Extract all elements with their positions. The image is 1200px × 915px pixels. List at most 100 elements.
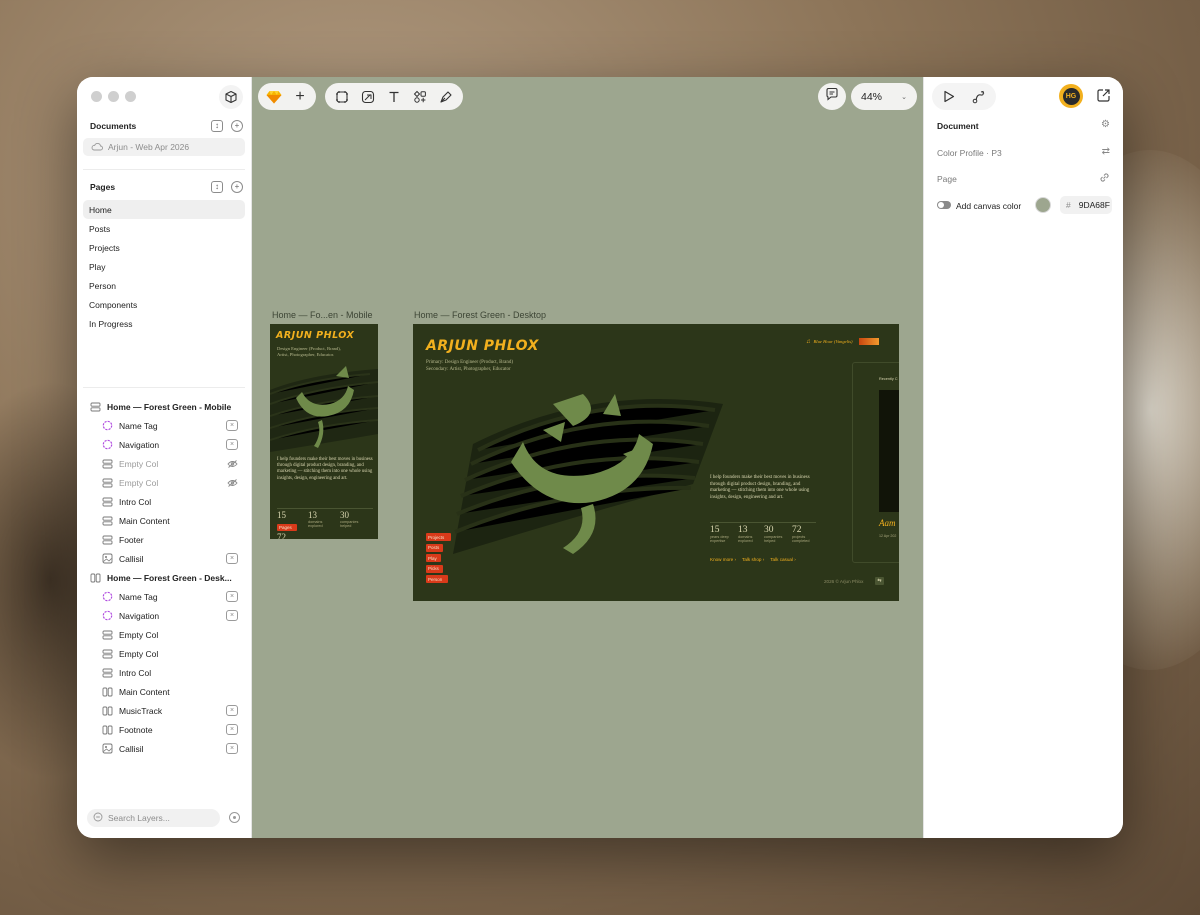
variable-icon[interactable]: × [226,591,238,602]
layer-label: Main Content [119,686,170,697]
desktop-frame-label[interactable]: Home — Forest Green - Desktop [414,310,546,320]
hash-symbol: # [1066,200,1071,210]
comments-button[interactable] [818,83,846,110]
layer-item[interactable]: Callisil × [77,739,252,758]
canvas[interactable]: + 44% ⌄ Home — Fo...en - Mobile ARJUN PH… [252,77,923,838]
cube-icon[interactable] [219,85,243,109]
layer-item[interactable]: MusicTrack × [77,701,252,720]
pen-tool-icon[interactable] [435,87,457,107]
nav-picks[interactable]: Picks [426,564,443,573]
page-item-projects[interactable]: Projects [83,238,245,257]
layer-label: Empty Col [119,458,159,469]
layer-item[interactable]: Empty Col [77,454,252,473]
layer-item[interactable]: Main Content [77,511,252,530]
mobile-nav-button[interactable]: Pages [277,524,297,531]
layer-label: Navigation [119,610,160,621]
layer-item[interactable]: Main Content [77,682,252,701]
text-tool-icon[interactable] [383,87,405,107]
search-layers-input[interactable] [108,813,208,823]
divider [710,522,816,523]
desktop-nav: Projects Posts Play Picks Person [426,533,451,583]
talk-shop-link[interactable]: Talk shop › [742,557,764,562]
layer-item[interactable]: Empty Col [77,625,252,644]
avatar-initials: HG [1062,87,1080,105]
cloud-icon [91,142,103,153]
frame-tool-icon[interactable] [331,87,353,107]
layer-item[interactable]: Callisil × [77,549,252,568]
insert-toolbar: + [258,83,316,110]
swap-arrows-icon[interactable]: ⇄ [1102,146,1110,157]
share-icon[interactable] [1096,88,1111,108]
hidden-icon[interactable] [226,458,238,469]
mobile-frame[interactable]: ARJUN PHLOX Design Engineer (Product, Br… [270,324,378,539]
variable-icon[interactable]: × [226,705,238,716]
nav-person[interactable]: Person [426,575,448,583]
talk-casual-link[interactable]: Talk casual › [770,557,796,562]
know-more-link[interactable]: Know more › [710,557,736,562]
music-track[interactable]: ♫ Blue Hour (Vangelis) [806,338,879,345]
shape-tool-icon[interactable] [357,87,379,107]
plus-icon[interactable]: + [289,87,311,107]
layer-label: Callisil [119,553,144,564]
layer-item[interactable]: Navigation × [77,435,252,454]
canvas-color-swatch[interactable] [1035,197,1051,213]
layer-item[interactable]: Navigation × [77,606,252,625]
minimize-window-button[interactable] [108,91,119,102]
variable-icon[interactable]: × [226,724,238,735]
search-layers-field[interactable] [87,809,220,827]
page-item-components[interactable]: Components [83,295,245,314]
page-item-play[interactable]: Play [83,257,245,276]
prototype-link-icon[interactable] [968,87,990,107]
nav-play[interactable]: Play [426,554,441,562]
layer-item[interactable]: Name Tag × [77,587,252,606]
hidden-icon[interactable] [226,477,238,488]
link-icon[interactable] [1099,172,1110,186]
desktop-frame[interactable]: ARJUN PHLOX Primary: Design Engineer (Pr… [413,324,899,601]
recent-card[interactable]: Recently C Aam 12 Apr 202 [852,362,899,563]
layer-item[interactable]: Intro Col [77,492,252,511]
canvas-color-toggle[interactable] [937,201,951,209]
card-heading: Recently C [879,377,898,381]
nav-posts[interactable]: Posts [426,543,443,552]
user-avatar[interactable]: HG [1059,84,1083,108]
layer-group[interactable]: Home — Forest Green - Mobile [77,397,252,416]
layer-item[interactable]: Footnote × [77,720,252,739]
page-item-home[interactable]: Home [83,200,245,219]
target-icon[interactable] [229,812,240,823]
stack-icon [101,534,113,546]
page-item-posts[interactable]: Posts [83,219,245,238]
layer-item[interactable]: Empty Col [77,644,252,663]
layer-item[interactable]: Intro Col [77,663,252,682]
layer-item[interactable]: Empty Col [77,473,252,492]
variable-icon[interactable]: × [226,420,238,431]
zoom-window-button[interactable] [125,91,136,102]
add-document-icon[interactable]: + [231,120,243,132]
stat-label: domains explored [738,535,753,544]
play-icon[interactable] [938,87,960,107]
page-item-person[interactable]: Person [83,276,245,295]
settings-gear-icon[interactable]: ⚙ [1101,119,1110,130]
variable-icon[interactable]: × [226,743,238,754]
variable-icon[interactable]: × [226,439,238,450]
layer-group[interactable]: Home — Forest Green - Desk... [77,568,252,587]
theme-toggle-icon[interactable]: ⇆ [875,577,884,585]
page-section-label: Page [937,174,957,184]
add-page-icon[interactable]: + [231,181,243,193]
layer-item[interactable]: Footer [77,530,252,549]
document-item[interactable]: Arjun - Web Apr 2026 [83,138,245,156]
sort-icon[interactable]: ↕ [211,120,223,132]
components-tool-icon[interactable] [409,87,431,107]
close-window-button[interactable] [91,91,102,102]
zoom-select[interactable]: 44% ⌄ [851,83,917,110]
sketch-menu-icon[interactable] [263,87,285,107]
stat-label: companies helped [340,520,359,529]
canvas-hex-field[interactable]: # 9DA68F [1060,196,1112,214]
layer-label: Footer [119,534,144,545]
layer-item[interactable]: Name Tag × [77,416,252,435]
variable-icon[interactable]: × [226,553,238,564]
variable-icon[interactable]: × [226,610,238,621]
page-item-in-progress[interactable]: In Progress [83,314,245,333]
sort-icon[interactable]: ↕ [211,181,223,193]
mobile-frame-label[interactable]: Home — Fo...en - Mobile [272,310,373,320]
nav-projects[interactable]: Projects [426,533,451,541]
